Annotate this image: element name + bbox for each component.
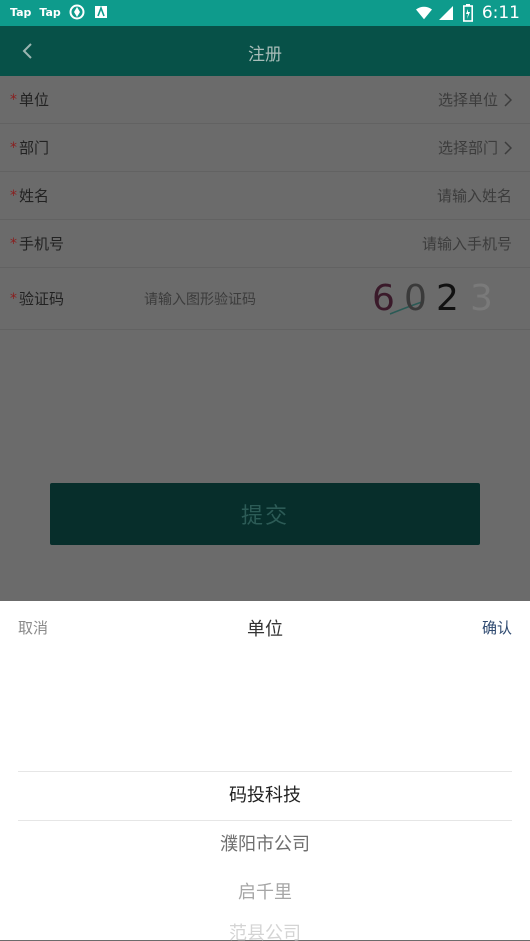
chevron-right-icon [504, 140, 512, 155]
unit-placeholder: 选择单位 [437, 91, 498, 109]
captcha-label: 验证码 [19, 290, 65, 308]
captcha-digit: 0 [404, 278, 427, 319]
picker-option[interactable]: 启千里 [18, 869, 512, 917]
wifi-icon [415, 5, 432, 21]
required-mark: * [10, 290, 17, 307]
department-placeholder: 选择部门 [437, 139, 498, 157]
captcha-row: * 验证码 请输入图形验证码 6 0 2 3 [0, 268, 530, 330]
page-title: 注册 [248, 45, 282, 65]
unit-row[interactable]: * 单位 选择单位 [0, 76, 530, 124]
battery-icon [460, 4, 476, 22]
name-label: 姓名 [19, 187, 50, 205]
signal-icon [438, 5, 454, 21]
name-row: * 姓名 请输入姓名 [0, 172, 530, 220]
picker-title: 单位 [247, 619, 283, 640]
app-icon-a [93, 4, 109, 20]
captcha-digit: 3 [470, 278, 493, 319]
picker-option[interactable]: 濮阳市公司 [18, 821, 512, 869]
submit-button[interactable]: 提交 [50, 483, 480, 545]
captcha-digit: 2 [436, 278, 459, 319]
registration-form: * 单位 选择单位 * 部门 选择部门 * 姓名 请输入姓名 * 手机号 请输入… [0, 76, 530, 330]
required-mark: * [10, 187, 17, 204]
required-mark: * [10, 139, 17, 156]
captcha-digit: 6 [372, 278, 395, 319]
tap-app-label: Tap [10, 5, 32, 19]
chevron-right-icon [504, 92, 512, 107]
app-bar: 注册 [0, 26, 530, 76]
status-time: 6:11 [481, 3, 520, 23]
picker-option-selected[interactable]: 码投科技 [18, 772, 512, 820]
phone-input[interactable]: 请输入手机号 [422, 233, 512, 254]
unit-select[interactable]: 选择单位 [438, 89, 512, 110]
tap-app-label: Tap [39, 5, 61, 19]
phone-row: * 手机号 请输入手机号 [0, 220, 530, 268]
status-bar-right: 6:11 [415, 3, 520, 23]
confirm-button[interactable]: 确认 [482, 617, 512, 638]
department-select[interactable]: 选择部门 [438, 137, 512, 158]
status-bar: Tap Tap 6:11 [0, 0, 530, 26]
unit-label: 单位 [19, 91, 50, 109]
unit-picker-wheel[interactable]: 码投科技 濮阳市公司 启千里 范县公司 [18, 771, 512, 941]
name-input[interactable]: 请输入姓名 [437, 185, 512, 206]
department-row[interactable]: * 部门 选择部门 [0, 124, 530, 172]
unit-picker-sheet: 取消 单位 确认 码投科技 濮阳市公司 启千里 范县公司 [0, 601, 530, 941]
captcha-image[interactable]: 6 0 2 3 [370, 276, 506, 320]
required-mark: * [10, 235, 17, 252]
app-icon-ring [69, 4, 85, 20]
required-mark: * [10, 91, 17, 108]
phone-label: 手机号 [19, 235, 65, 253]
status-bar-left: Tap Tap [10, 4, 109, 20]
picker-option[interactable]: 范县公司 [18, 917, 512, 941]
department-label: 部门 [19, 139, 50, 157]
